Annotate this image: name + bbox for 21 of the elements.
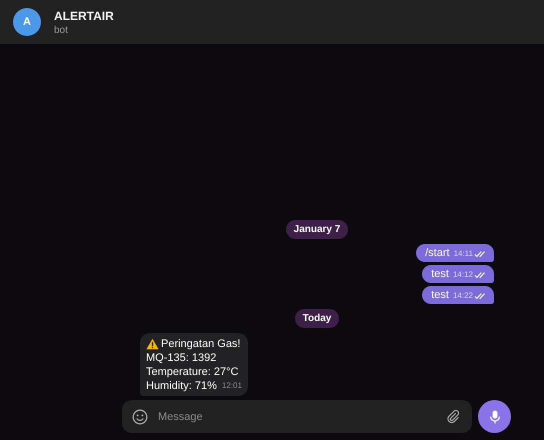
message-text: /start bbox=[425, 247, 450, 259]
date-label: January 7 bbox=[286, 220, 348, 239]
chat-subtitle: bot bbox=[54, 24, 69, 36]
message-text: test bbox=[431, 268, 449, 280]
message-text: Peringatan Gas! bbox=[161, 337, 240, 351]
date-label: Today bbox=[294, 309, 340, 328]
message-time: 14:12 bbox=[452, 270, 473, 279]
message-text: Humidity: 71% bbox=[146, 379, 217, 393]
avatar[interactable]: A bbox=[13, 8, 41, 36]
message-time: 12:01 bbox=[222, 380, 242, 392]
microphone-button[interactable] bbox=[478, 400, 511, 433]
message-text: MQ-135: 1392 bbox=[146, 351, 216, 365]
message-text: test bbox=[431, 289, 449, 301]
message-text: Temperature: 27°C bbox=[146, 365, 238, 379]
emoji-icon[interactable] bbox=[132, 408, 148, 424]
message-field[interactable]: Message bbox=[122, 400, 472, 433]
message-input[interactable]: Message bbox=[158, 410, 435, 422]
chat-title: ALERTAIR bbox=[54, 8, 114, 22]
paperclip-icon[interactable] bbox=[445, 409, 460, 424]
message-time: 14:22 bbox=[452, 291, 473, 300]
message-time: 14:11 bbox=[454, 249, 473, 258]
